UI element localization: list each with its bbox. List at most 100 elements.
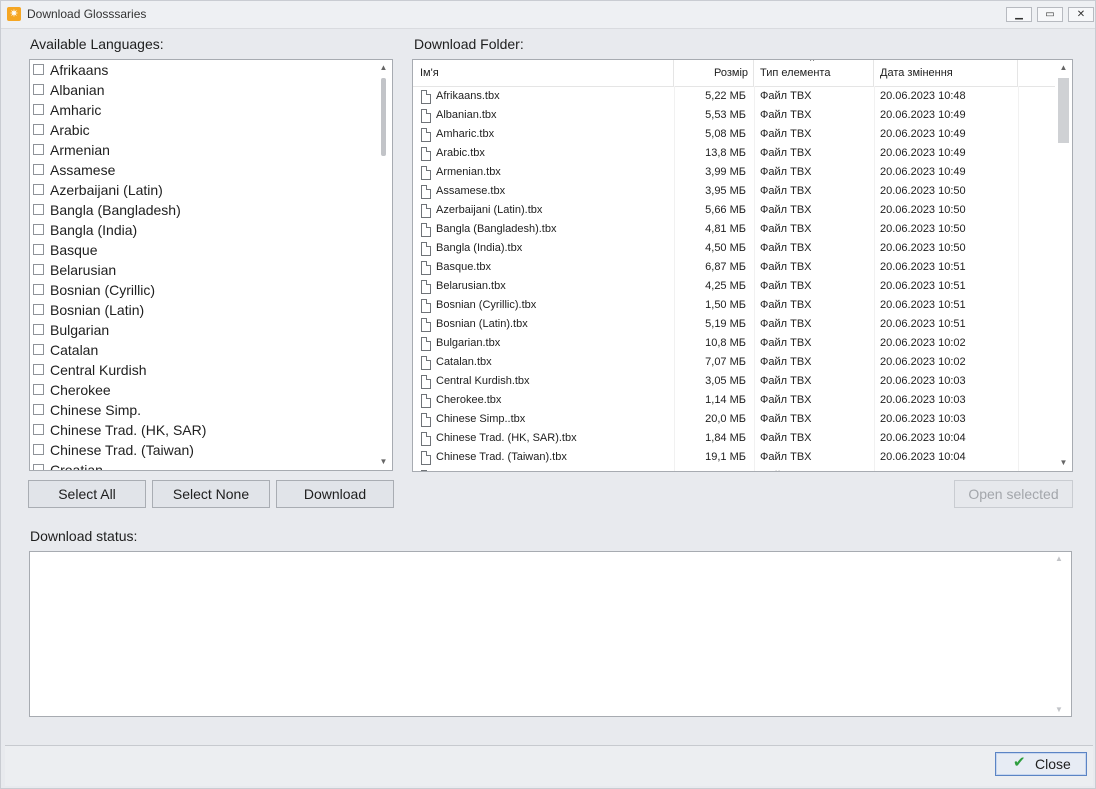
language-item[interactable]: Catalan: [30, 340, 376, 360]
language-label: Armenian: [50, 142, 110, 158]
file-type: Файл TBX: [760, 166, 812, 178]
language-checkbox[interactable]: [33, 384, 44, 395]
file-row[interactable]: Chinese Trad. (Taiwan).tbx 19,1 МБ Файл TB…: [413, 448, 1055, 467]
file-row[interactable]: Cherokee.tbx 1,14 МБ Файл TBX 20.06.2023 10…: [413, 391, 1055, 410]
language-checkbox[interactable]: [33, 204, 44, 215]
language-checkbox[interactable]: [33, 464, 44, 470]
file-row[interactable]: Basque.tbx 6,87 МБ Файл TBX 20.06.2023 10:5…: [413, 258, 1055, 277]
language-item[interactable]: Central Kurdish: [30, 360, 376, 380]
status-scrollbar[interactable]: ▲ ▼: [1055, 554, 1065, 714]
language-item[interactable]: Chinese Simp.: [30, 400, 376, 420]
file-row[interactable]: Chinese Simp..tbx 20,0 МБ Файл TBX 20.06.20…: [413, 410, 1055, 429]
file-row[interactable]: Amharic.tbx 5,08 МБ Файл TBX 20.06.2023 10:…: [413, 125, 1055, 144]
language-item[interactable]: Afrikaans: [30, 60, 376, 80]
file-row[interactable]: Albanian.tbx 5,53 МБ Файл TBX 20.06.2023 10…: [413, 106, 1055, 125]
language-item[interactable]: Bosnian (Latin): [30, 300, 376, 320]
file-date: 20.06.2023 10:49: [880, 109, 966, 121]
scroll-down-arrow-icon[interactable]: ▼: [1055, 455, 1072, 471]
language-list[interactable]: Afrikaans Albanian Amharic Arabic Armenian As…: [29, 59, 393, 471]
scroll-up-arrow-icon[interactable]: ▲: [1055, 60, 1072, 76]
select-none-button[interactable]: Select None: [152, 480, 270, 508]
language-item[interactable]: Bulgarian: [30, 320, 376, 340]
download-status-box[interactable]: ▲ ▼: [29, 551, 1072, 717]
language-checkbox[interactable]: [33, 184, 44, 195]
file-row[interactable]: Azerbaijani (Latin).tbx 5,66 МБ Файл TBX 20…: [413, 201, 1055, 220]
language-item[interactable]: Albanian: [30, 80, 376, 100]
file-row[interactable]: Chinese Trad. (HK, SAR).tbx 1,84 МБ Файл T…: [413, 429, 1055, 448]
language-item[interactable]: Belarusian: [30, 260, 376, 280]
language-item[interactable]: Basque: [30, 240, 376, 260]
language-checkbox[interactable]: [33, 84, 44, 95]
file-date: 20.06.2023 10:03: [880, 413, 966, 425]
language-checkbox[interactable]: [33, 124, 44, 135]
scroll-thumb[interactable]: [1058, 78, 1069, 143]
file-row[interactable]: Arabic.tbx 13,8 МБ Файл TBX 20.06.2023 10:4…: [413, 144, 1055, 163]
scroll-up-arrow-icon[interactable]: ▲: [375, 60, 392, 76]
file-list-scrollbar[interactable]: ▲ ▼: [1055, 60, 1072, 471]
language-item[interactable]: Cherokee: [30, 380, 376, 400]
file-row[interactable]: Bangla (Bangladesh).tbx 4,81 МБ Файл TBX 20…: [413, 220, 1055, 239]
scroll-down-arrow-icon[interactable]: ▼: [1055, 705, 1063, 714]
language-checkbox[interactable]: [33, 244, 44, 255]
language-item[interactable]: Arabic: [30, 120, 376, 140]
language-item[interactable]: Armenian: [30, 140, 376, 160]
column-header-date[interactable]: Дата змінення: [874, 60, 1018, 86]
file-row[interactable]: Bosnian (Latin).tbx 5,19 МБ Файл TBX 20.06.…: [413, 315, 1055, 334]
language-checkbox[interactable]: [33, 224, 44, 235]
file-type: Файл TBX: [760, 147, 812, 159]
language-checkbox[interactable]: [33, 164, 44, 175]
language-checkbox[interactable]: [33, 144, 44, 155]
language-checkbox[interactable]: [33, 444, 44, 455]
close-window-button[interactable]: ✕: [1068, 7, 1094, 22]
column-header-size[interactable]: Розмір: [674, 60, 754, 86]
download-folder-view[interactable]: Ім'я Розмір Тип елемента ^ Дата змінення…: [412, 59, 1073, 472]
language-checkbox[interactable]: [33, 404, 44, 415]
file-size: 4,81 МБ: [705, 223, 746, 235]
language-item[interactable]: Assamese: [30, 160, 376, 180]
language-checkbox[interactable]: [33, 344, 44, 355]
language-checkbox[interactable]: [33, 324, 44, 335]
select-all-button[interactable]: Select All: [28, 480, 146, 508]
language-item[interactable]: Azerbaijani (Latin): [30, 180, 376, 200]
language-item[interactable]: Bosnian (Cyrillic): [30, 280, 376, 300]
file-row[interactable]: Croatian.tbx 10,6 МБ Файл TBX 20.06.2023 10…: [413, 467, 1055, 471]
language-list-scrollbar[interactable]: ▲ ▼: [375, 60, 392, 470]
file-row[interactable]: Armenian.tbx 3,99 МБ Файл TBX 20.06.2023 10…: [413, 163, 1055, 182]
file-row[interactable]: Bosnian (Cyrillic).tbx 1,50 МБ Файл TBX 20.…: [413, 296, 1055, 315]
open-selected-button[interactable]: Open selected: [954, 480, 1073, 508]
language-item[interactable]: Croatian: [30, 460, 376, 471]
scroll-down-arrow-icon[interactable]: ▼: [375, 454, 392, 470]
language-checkbox[interactable]: [33, 104, 44, 115]
file-row[interactable]: Bulgarian.tbx 10,8 МБ Файл TBX 20.06.2023 1…: [413, 334, 1055, 353]
file-row[interactable]: Bangla (India).tbx 4,50 МБ Файл TBX 20.06.2…: [413, 239, 1055, 258]
language-checkbox[interactable]: [33, 304, 44, 315]
language-checkbox[interactable]: [33, 364, 44, 375]
language-label: Croatian: [50, 462, 103, 471]
close-button[interactable]: ✔ Close: [995, 752, 1087, 776]
language-item[interactable]: Chinese Trad. (HK, SAR): [30, 420, 376, 440]
scroll-thumb[interactable]: [381, 78, 386, 156]
column-header-name[interactable]: Ім'я: [413, 60, 674, 86]
title-bar[interactable]: ✷ Download Glosssaries ▁ ▭ ✕: [1, 1, 1095, 29]
file-row[interactable]: Afrikaans.tbx 5,22 МБ Файл TBX 20.06.2023 1…: [413, 87, 1055, 106]
file-row[interactable]: Central Kurdish.tbx 3,05 МБ Файл TBX 20.06.…: [413, 372, 1055, 391]
download-button[interactable]: Download: [276, 480, 394, 508]
file-name: Bangla (Bangladesh).tbx: [436, 223, 557, 235]
minimize-button[interactable]: ▁: [1006, 7, 1032, 22]
file-row[interactable]: Catalan.tbx 7,07 МБ Файл TBX 20.06.2023 10:…: [413, 353, 1055, 372]
language-checkbox[interactable]: [33, 64, 44, 75]
language-item[interactable]: Amharic: [30, 100, 376, 120]
language-checkbox[interactable]: [33, 424, 44, 435]
language-item[interactable]: Chinese Trad. (Taiwan): [30, 440, 376, 460]
file-row[interactable]: Belarusian.tbx 4,25 МБ Файл TBX 20.06.2023 …: [413, 277, 1055, 296]
maximize-button[interactable]: ▭: [1037, 7, 1063, 22]
file-icon: [421, 413, 431, 427]
file-name: Chinese Trad. (HK, SAR).tbx: [436, 432, 577, 444]
language-checkbox[interactable]: [33, 284, 44, 295]
language-items: Afrikaans Albanian Amharic Arabic Armenian As…: [30, 60, 376, 471]
language-item[interactable]: Bangla (Bangladesh): [30, 200, 376, 220]
language-checkbox[interactable]: [33, 264, 44, 275]
language-item[interactable]: Bangla (India): [30, 220, 376, 240]
scroll-up-arrow-icon[interactable]: ▲: [1055, 554, 1063, 563]
file-row[interactable]: Assamese.tbx 3,95 МБ Файл TBX 20.06.2023 10…: [413, 182, 1055, 201]
